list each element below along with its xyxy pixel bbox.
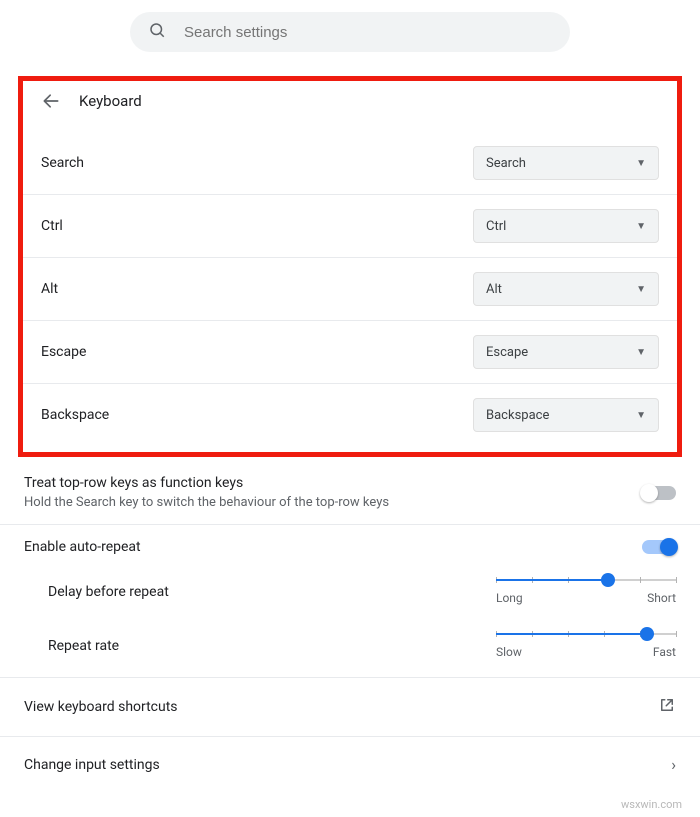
search-icon — [148, 21, 166, 43]
keymap-select-escape[interactable]: Escape ▼ — [473, 335, 659, 369]
link-label: Change input settings — [24, 757, 160, 773]
chevron-down-icon: ▼ — [636, 158, 646, 169]
search-input[interactable] — [182, 23, 552, 42]
select-value: Backspace — [486, 408, 549, 423]
slider-left-label: Slow — [496, 645, 522, 659]
keymap-select-ctrl[interactable]: Ctrl ▼ — [473, 209, 659, 243]
slider-left-label: Long — [496, 591, 523, 605]
slider-right-label: Short — [647, 591, 676, 605]
chevron-down-icon: ▼ — [636, 410, 646, 421]
keymap-select-search[interactable]: Search ▼ — [473, 146, 659, 180]
view-keyboard-shortcuts-link[interactable]: View keyboard shortcuts — [0, 677, 700, 736]
keymap-label: Escape — [41, 344, 86, 360]
chevron-down-icon: ▼ — [636, 221, 646, 232]
keymap-label: Backspace — [41, 407, 109, 423]
select-value: Search — [486, 156, 526, 171]
open-in-new-icon — [658, 696, 676, 718]
keymap-select-backspace[interactable]: Backspace ▼ — [473, 398, 659, 432]
select-value: Ctrl — [486, 219, 506, 234]
chevron-down-icon: ▼ — [636, 347, 646, 358]
chevron-down-icon: ▼ — [636, 284, 646, 295]
slider-right-label: Fast — [653, 645, 676, 659]
repeat-rate-slider[interactable] — [496, 633, 676, 635]
top-row-keys-title: Treat top-row keys as function keys — [24, 475, 389, 491]
top-row-keys-subtitle: Hold the Search key to switch the behavi… — [24, 495, 389, 510]
page-title: Keyboard — [79, 92, 142, 110]
select-value: Alt — [486, 282, 502, 297]
keymap-label: Ctrl — [41, 218, 63, 234]
keymap-label: Search — [41, 155, 84, 171]
delay-before-repeat-slider[interactable] — [496, 579, 676, 581]
top-row-keys-toggle[interactable] — [642, 486, 676, 500]
delay-before-repeat-label: Delay before repeat — [48, 584, 169, 600]
keyboard-settings-highlight: Keyboard Search Search ▼ Ctrl Ctrl ▼ Alt… — [18, 76, 682, 457]
watermark: wsxwin.com — [0, 792, 700, 817]
repeat-rate-label: Repeat rate — [48, 638, 119, 654]
auto-repeat-title: Enable auto-repeat — [24, 539, 141, 555]
select-value: Escape — [486, 345, 528, 360]
keymap-select-alt[interactable]: Alt ▼ — [473, 272, 659, 306]
auto-repeat-toggle[interactable] — [642, 540, 676, 554]
search-settings-box[interactable] — [130, 12, 570, 52]
back-button[interactable] — [41, 91, 61, 111]
link-label: View keyboard shortcuts — [24, 699, 178, 715]
chevron-right-icon: › — [671, 755, 676, 774]
keymap-label: Alt — [41, 281, 58, 297]
change-input-settings-link[interactable]: Change input settings › — [0, 736, 700, 792]
